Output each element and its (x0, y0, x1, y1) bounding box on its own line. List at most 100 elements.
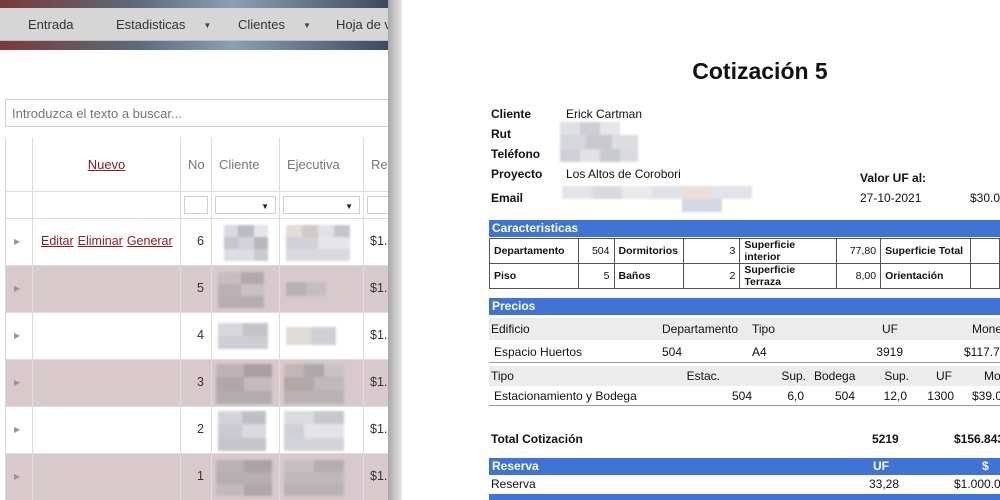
total-uf: 5219 (872, 432, 899, 446)
price-building: Espacio Huertos (494, 345, 583, 359)
new-link[interactable]: Nuevo (88, 157, 126, 172)
price-amount: $117.77 (964, 345, 1000, 359)
price-header-department: Departamento (662, 322, 739, 336)
parking-bodega: 504 (834, 389, 855, 403)
table-row[interactable]: ▶ Editar Eliminar Generar 6 $1.6 (6, 219, 388, 266)
price-header-uf: UF (882, 322, 898, 336)
expand-row-icon[interactable]: ▶ (14, 378, 20, 387)
row-amount: $1.6 (370, 234, 388, 248)
filter-cliente-select[interactable]: ▼ (215, 196, 276, 214)
parking-uf: 1300 (927, 389, 954, 403)
phone-label: Teléfono (491, 147, 541, 161)
bathrooms-value: 2 (683, 263, 741, 289)
client-label: Cliente (491, 107, 532, 121)
parking-header-bodega: Bodega (814, 369, 856, 383)
price-uf: 3919 (876, 345, 903, 359)
menu-entrada[interactable]: Entrada (28, 8, 74, 41)
uf-value: $30.0 (970, 191, 1000, 205)
filter-ejecutiva-cell: ▼ (280, 192, 364, 219)
uf-rate-label: Valor UF al: (860, 171, 927, 185)
redacted-client (212, 407, 280, 454)
floor-value: 5 (577, 263, 615, 289)
row-number: 2 (197, 422, 204, 436)
redacted-executive (280, 313, 364, 360)
redacted-client (212, 219, 280, 266)
reservation-section-header: Reserva UF $ (489, 458, 1000, 475)
grid-filter-row: ▼ ▼ (6, 192, 388, 219)
main-menu: Entrada Estadisticas ▼ Clientes ▼ Hoja de … (0, 8, 388, 41)
filter-cliente-cell: ▼ (212, 192, 280, 219)
features-table: Departamento 504 Dormitorios 3 Superfici… (489, 238, 1000, 289)
expand-row-icon[interactable]: ▶ (14, 425, 20, 434)
expand-row-icon[interactable]: ▶ (14, 237, 20, 246)
document-title: Cotización 5 (692, 58, 828, 84)
row-number: 4 (197, 328, 204, 342)
grid-header-row: Nuevo No Cliente Ejecutiva Res (6, 137, 388, 192)
project-value: Los Altos de Corobori (566, 167, 681, 181)
edit-link[interactable]: Editar (41, 234, 74, 248)
row-number: 1 (197, 469, 204, 483)
delete-link[interactable]: Eliminar (78, 234, 123, 248)
header-res[interactable]: Res (364, 137, 388, 192)
row-amount: $1.6 (370, 375, 388, 389)
parking-estac: 504 (731, 389, 752, 403)
chevron-down-icon: ▼ (261, 202, 269, 211)
parking-header-sup2: Sup. (884, 369, 909, 383)
row-amount: $1.6 (370, 422, 388, 436)
table-row[interactable]: ▶ 5 $1.6 (6, 266, 388, 313)
project-label: Proyecto (491, 167, 543, 181)
search-input[interactable] (5, 99, 388, 127)
menu-estadisticas[interactable]: Estadisticas ▼ (116, 8, 211, 41)
redacted-client (212, 313, 280, 360)
parking-header-type: Tipo (491, 369, 514, 383)
table-row[interactable]: ▶ 3 $1.6 (6, 360, 388, 407)
department-value: 504 (577, 238, 615, 264)
header-ejecutiva[interactable]: Ejecutiva (280, 137, 364, 192)
price-type: A4 (752, 345, 767, 359)
parking-sup1: 6,0 (787, 389, 804, 403)
expand-row-icon[interactable]: ▶ (14, 284, 20, 293)
bedrooms-label: Dormitorios (613, 238, 685, 264)
reservation-money-header: $ (982, 459, 989, 473)
generate-link[interactable]: Generar (127, 234, 173, 248)
row-amount: $1.6 (370, 281, 388, 295)
parking-header-sup1: Sup. (781, 369, 806, 383)
filter-no-cell (181, 192, 212, 219)
header-no[interactable]: No (181, 137, 212, 192)
menu-hoja-de-vida[interactable]: Hoja de v (336, 8, 388, 41)
filter-no-input[interactable] (184, 196, 208, 214)
orientation-label: Orientación (880, 263, 971, 289)
price-header-building: Edificio (491, 322, 530, 336)
terrace-area-value: 8,00 (836, 263, 882, 289)
menu-clientes[interactable]: Clientes ▼ (238, 8, 311, 41)
table-row[interactable]: ▶ 2 $1.6 (6, 407, 388, 454)
client-value: Erick Cartman (566, 107, 643, 121)
quotation-document: Cotización 5 Cliente Erick Cartman Rut T… (402, 0, 1000, 500)
redacted-executive (280, 360, 364, 407)
redacted-email (562, 186, 752, 212)
redacted-client (212, 360, 280, 407)
filter-res-input[interactable] (367, 196, 388, 214)
row-number: 5 (197, 281, 204, 295)
email-label: Email (491, 191, 524, 205)
total-label: Total Cotización (491, 432, 583, 446)
quotes-grid: Nuevo No Cliente Ejecutiva Res ▼ ▼ ▶ (5, 137, 388, 500)
redacted-executive (280, 219, 364, 266)
price-header-currency: Mone (972, 322, 1000, 336)
filter-ejecutiva-select[interactable]: ▼ (283, 196, 360, 214)
reservation-label: Reserva (491, 477, 536, 491)
parking-amount: $39.0 (972, 389, 1000, 403)
terrace-area-label: Superficie Terraza (739, 263, 838, 289)
redacted-client (212, 454, 280, 500)
table-row[interactable]: ▶ 1 $1.6 (6, 454, 388, 500)
uf-date: 27-10-2021 (860, 191, 922, 205)
expand-row-icon[interactable]: ▶ (14, 331, 20, 340)
row-amount: $1.6 (370, 469, 388, 483)
parking-type: Estacionamiento y Bodega (494, 389, 637, 403)
redacted-executive (280, 407, 364, 454)
parking-header-estac: Estac. (686, 369, 720, 383)
reservation-uf-header: UF (873, 459, 889, 473)
expand-row-icon[interactable]: ▶ (14, 472, 20, 481)
table-row[interactable]: ▶ 4 $1.6 (6, 313, 388, 360)
header-cliente[interactable]: Cliente (212, 137, 280, 192)
